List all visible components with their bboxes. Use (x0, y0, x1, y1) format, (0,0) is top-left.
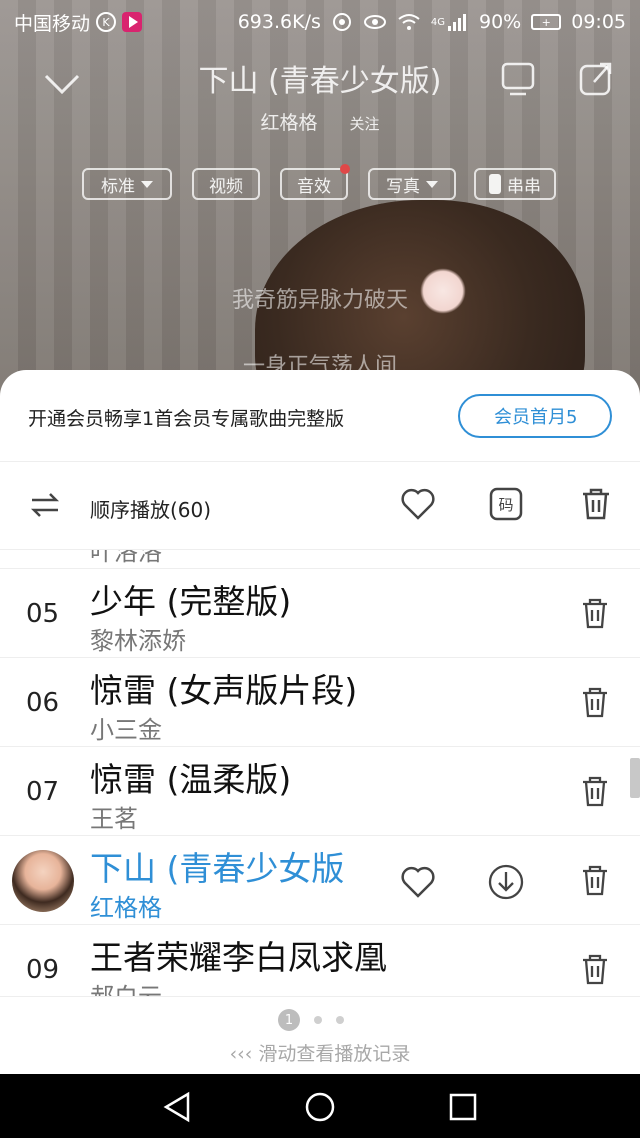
video-button[interactable]: 视频 (192, 168, 260, 200)
swipe-hint[interactable]: ‹‹‹ 滑动查看播放记录 (0, 1039, 640, 1066)
chuan-label: 串串 (507, 176, 541, 197)
song-name: 王者荣耀李白凤求凰 (90, 938, 387, 977)
trash-icon[interactable] (580, 597, 610, 629)
list-item[interactable]: 叶洛洛 (0, 550, 640, 569)
clock: 09:05 (571, 11, 626, 33)
sound-effect-button[interactable]: 音效 (280, 164, 350, 200)
page-dot (336, 1016, 344, 1024)
vip-button-label: 会员首月5 (494, 407, 578, 428)
song-list: 叶洛洛 05 少年 (完整版) 黎林添娇 06 惊雷 (女声版片段) 小三金 0… (0, 550, 640, 996)
track-number: 09 (26, 955, 60, 985)
caret-down-icon (141, 180, 153, 188)
back-icon[interactable] (160, 1090, 194, 1124)
quality-label: 标准 (101, 176, 135, 197)
song-artist: 郝白云 (90, 977, 162, 996)
track-number: 05 (26, 599, 60, 629)
carrier-label: 中国移动 (14, 12, 91, 35)
song-name: 少年 (完整版) (90, 582, 292, 621)
track-number: 06 (26, 688, 60, 718)
battery-icon: + (531, 14, 562, 30)
trash-icon[interactable] (580, 864, 610, 896)
list-item[interactable]: 07 惊雷 (温柔版) 王茗 (0, 747, 640, 836)
volte-icon (332, 13, 351, 31)
trash-icon[interactable] (580, 775, 610, 807)
photo-selector[interactable]: 写真 (368, 168, 456, 200)
scrollbar[interactable] (630, 758, 640, 798)
video-app-icon (122, 12, 143, 32)
swipe-hint-label: 滑动查看播放记录 (258, 1043, 411, 1065)
list-item-current[interactable]: 下山 (青春少女版 红格格 (0, 836, 640, 925)
playlist-controls: 顺序播放(60) 码 (0, 462, 640, 550)
home-icon[interactable] (303, 1090, 337, 1124)
heart-icon[interactable] (400, 864, 436, 900)
trash-icon[interactable] (580, 953, 610, 985)
song-artist: 叶洛洛 (90, 550, 162, 566)
song-artist: 黎林添娇 (90, 627, 186, 655)
code-icon-label: 码 (498, 496, 513, 514)
vip-promo-text: 开通会员畅享1首会员专属歌曲完整版 (28, 408, 345, 430)
signal-icon (448, 14, 466, 31)
trash-icon[interactable] (578, 486, 614, 522)
comment-icon[interactable] (500, 60, 536, 100)
code-icon[interactable]: 码 (488, 486, 524, 522)
song-artist: 红格格 (90, 894, 162, 922)
list-item[interactable]: 09 王者荣耀李白凤求凰 郝白云 (0, 925, 640, 996)
swipe-left-icon: ‹‹‹ (229, 1043, 259, 1065)
status-bar: 中国移动 K 693.6K/s 4G 90% + 09:05 (0, 0, 640, 44)
vip-button[interactable]: 会员首月5 (458, 394, 612, 438)
lyric-line: 我奇筋异脉力破天 (231, 288, 408, 313)
eye-icon (363, 15, 386, 29)
page-dot (314, 1016, 322, 1024)
wifi-icon (398, 14, 420, 30)
play-mode-label[interactable]: 顺序播放(60) (90, 494, 211, 523)
track-number: 07 (26, 777, 60, 807)
recents-icon[interactable] (446, 1090, 480, 1124)
vip-banner: 开通会员畅享1首会员专属歌曲完整版 会员首月5 (0, 370, 640, 462)
playlist-footer: 1 ‹‹‹ 滑动查看播放记录 (0, 996, 640, 1074)
player-background: 中国移动 K 693.6K/s 4G 90% + 09:05 下山 (青春少女版… (0, 0, 640, 420)
k-badge-icon: K (96, 12, 117, 32)
network-speed: 693.6K/s (237, 11, 321, 33)
system-nav-bar (0, 1074, 640, 1138)
quality-selector[interactable]: 标准 (82, 168, 172, 200)
player-header: 下山 (青春少女版) 红格格 关注 (0, 50, 640, 150)
photo-label: 写真 (386, 176, 420, 197)
network-type: 4G (430, 16, 445, 28)
song-title: 下山 (青春少女版) (198, 64, 442, 99)
song-name: 惊雷 (温柔版) (90, 760, 292, 799)
share-icon[interactable] (578, 60, 614, 100)
trash-icon[interactable] (580, 686, 610, 718)
page-indicator: 1 (278, 1009, 344, 1031)
song-artist-line: 红格格 关注 (0, 108, 640, 135)
phone-icon (489, 174, 501, 194)
sound-effect-label: 音效 (297, 176, 331, 197)
song-artist: 小三金 (90, 716, 162, 744)
list-item[interactable]: 06 惊雷 (女声版片段) 小三金 (0, 658, 640, 747)
album-cover (12, 850, 74, 912)
song-artist: 王茗 (90, 805, 138, 833)
song-name: 惊雷 (女声版片段) (90, 671, 358, 710)
song-artist[interactable]: 红格格 (260, 112, 317, 134)
heart-icon[interactable] (400, 486, 436, 522)
download-icon[interactable] (488, 864, 524, 900)
playlist-sheet: 开通会员畅享1首会员专属歌曲完整版 会员首月5 顺序播放(60) 码 叶洛洛 0… (0, 370, 640, 1074)
caret-down-icon (426, 180, 438, 188)
chuan-button[interactable]: 串串 (474, 168, 556, 200)
sequential-play-icon[interactable] (30, 492, 60, 518)
battery-percent: 90% (479, 11, 522, 33)
new-dot-icon (340, 164, 350, 174)
song-name: 下山 (青春少女版 (90, 849, 345, 888)
page-dot-active: 1 (278, 1009, 300, 1031)
list-item[interactable]: 05 少年 (完整版) 黎林添娇 (0, 569, 640, 658)
follow-button[interactable]: 关注 (350, 115, 380, 133)
video-label: 视频 (209, 176, 243, 197)
